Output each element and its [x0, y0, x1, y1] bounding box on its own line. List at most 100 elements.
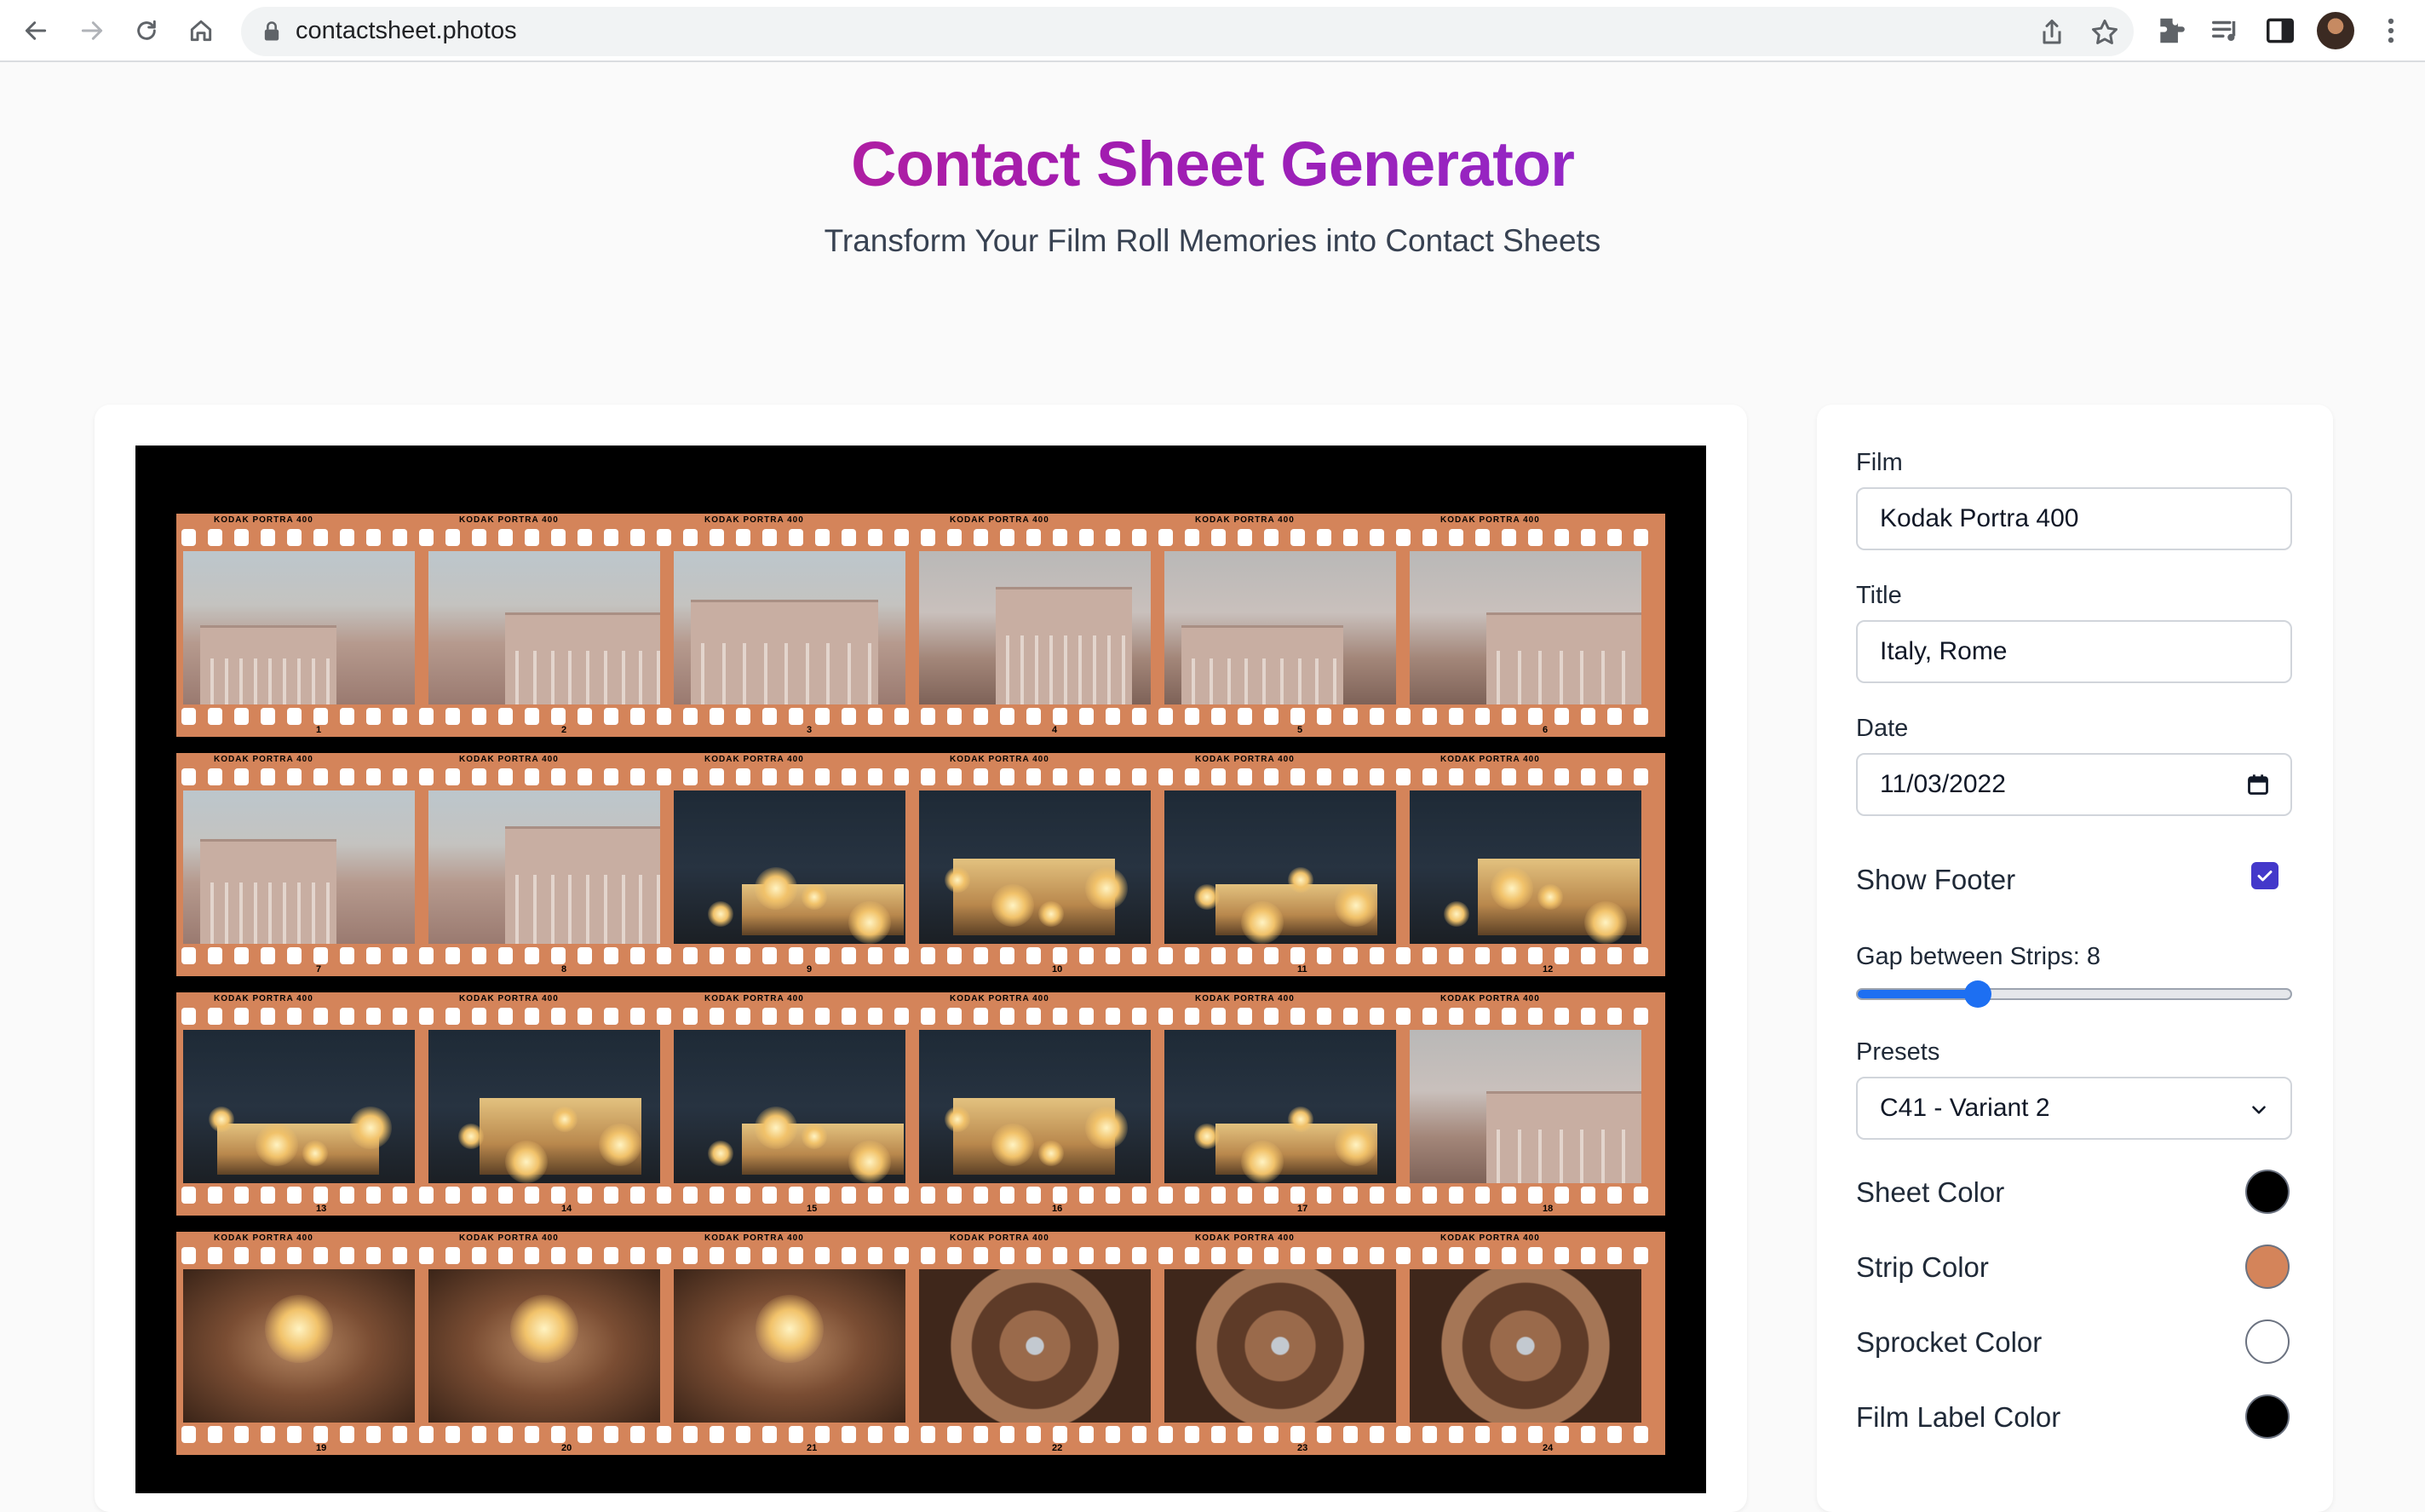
sprocket-hole — [1158, 947, 1173, 964]
show-footer-checkbox[interactable] — [2251, 862, 2278, 889]
sprocket-hole — [974, 768, 988, 785]
photo-light — [848, 1141, 891, 1183]
address-bar[interactable]: contactsheet.photos — [241, 7, 2134, 56]
photo-column — [568, 875, 572, 944]
film-label-color-label: Film Label Color — [1856, 1401, 2061, 1433]
sprocket-hole — [736, 947, 750, 964]
film-input[interactable]: Kodak Portra 400 — [1856, 487, 2292, 550]
profile-avatar[interactable] — [2317, 12, 2354, 49]
photo-building — [691, 600, 878, 704]
sprocket-hole — [1422, 768, 1437, 785]
sprocket-hole — [1449, 1247, 1463, 1264]
sprocket-hole — [234, 1247, 249, 1264]
reload-button[interactable] — [128, 12, 165, 49]
sprocket-hole — [1317, 1008, 1331, 1025]
photo-column — [868, 643, 871, 704]
sprocket-hole — [1290, 529, 1305, 546]
sprocket-hole — [419, 1247, 434, 1264]
frame-number: 11 — [1297, 964, 1307, 974]
sprocket-hole — [472, 708, 486, 725]
sprocket-hole — [1238, 708, 1252, 725]
photo-column — [210, 658, 214, 704]
frame-number: 1 — [316, 725, 322, 735]
share-icon[interactable] — [2037, 17, 2067, 48]
film-brand-label: KODAK PORTRA 400 — [1440, 515, 1540, 525]
photo-frame — [428, 551, 660, 704]
sprocket-hole — [366, 1426, 381, 1443]
sprocket-hole — [1158, 1426, 1173, 1443]
sprocket-hole — [947, 1247, 962, 1264]
photo-light — [802, 1124, 827, 1149]
sprocket-hole — [1528, 1187, 1543, 1204]
film-brand-label: KODAK PORTRA 400 — [214, 755, 313, 764]
sprocket-hole — [604, 1008, 618, 1025]
gap-slider-track[interactable] — [1856, 988, 2292, 1000]
sprocket-hole — [1132, 1426, 1146, 1443]
star-icon[interactable] — [2089, 17, 2120, 48]
photo-column — [297, 882, 301, 944]
sprocket-hole — [1264, 947, 1279, 964]
sprocket-hole — [1475, 768, 1490, 785]
film-label-color-swatch[interactable] — [2245, 1394, 2290, 1439]
puzzle-icon[interactable] — [2155, 14, 2187, 47]
sprocket-hole — [1079, 529, 1094, 546]
sprocket-hole — [1634, 1187, 1648, 1204]
sprocket-color-swatch[interactable] — [2245, 1319, 2290, 1364]
calendar-icon[interactable] — [2246, 773, 2270, 796]
photo-column — [1559, 1130, 1563, 1183]
title-input[interactable]: Italy, Rome — [1856, 620, 2292, 683]
sprocket-hole — [208, 529, 222, 546]
sprocket-hole — [736, 1426, 750, 1443]
film-brand-label: KODAK PORTRA 400 — [1195, 515, 1295, 525]
home-button[interactable] — [182, 12, 220, 49]
gap-slider-fill — [1858, 990, 1980, 998]
sprocket-hole — [657, 947, 671, 964]
photo-frame — [428, 790, 660, 944]
sprocket-hole — [1502, 768, 1516, 785]
back-button[interactable] — [17, 12, 55, 49]
sprocket-hole — [842, 708, 856, 725]
chevron-down-icon — [2252, 1106, 2266, 1114]
frame-number: 14 — [561, 1204, 572, 1214]
media-queue-icon[interactable] — [2210, 14, 2242, 47]
photo-column — [1517, 651, 1521, 704]
sprocket-hole — [393, 1426, 407, 1443]
sprocket-hole — [815, 947, 830, 964]
contact-sheet: KODAK PORTRA 400 KODAK PORTRA 400 KODAK PO… — [135, 446, 1706, 1493]
sprocket-hole — [683, 529, 698, 546]
sprocket-hole — [657, 529, 671, 546]
url-text[interactable]: contactsheet.photos — [296, 17, 517, 45]
sprocket-hole — [683, 1247, 698, 1264]
sprocket-hole — [1528, 1426, 1543, 1443]
forward-button[interactable] — [73, 12, 111, 49]
sprocket-hole — [234, 1426, 249, 1443]
sprocket-hole — [815, 768, 830, 785]
frame-number: 12 — [1543, 964, 1554, 974]
sheet-color-swatch[interactable] — [2245, 1170, 2290, 1214]
film-brand-label: KODAK PORTRA 400 — [704, 755, 804, 764]
kebab-menu-icon[interactable] — [2375, 14, 2407, 47]
film-brand-label: KODAK PORTRA 400 — [950, 994, 1049, 1003]
presets-select[interactable]: C41 - Variant 2 — [1856, 1077, 2292, 1140]
sprocket-hole — [762, 708, 777, 725]
frame-number: 24 — [1543, 1443, 1554, 1453]
sprocket-hole — [261, 1247, 275, 1264]
photo-frame — [919, 790, 1151, 944]
sprocket-hole — [868, 1247, 882, 1264]
sprocket-hole — [1238, 768, 1252, 785]
sprocket-hole — [1132, 1187, 1146, 1204]
date-input[interactable]: 11/03/2022 — [1856, 753, 2292, 816]
sprocket-hole — [287, 1008, 302, 1025]
photo-building — [996, 587, 1132, 704]
photo-frame — [674, 1269, 905, 1423]
sprocket-hole — [1634, 1426, 1648, 1443]
strip-color-swatch[interactable] — [2245, 1245, 2290, 1289]
side-panel-icon[interactable] — [2264, 14, 2296, 47]
sprocket-hole — [1422, 1187, 1437, 1204]
sprocket-hole — [1317, 1426, 1331, 1443]
sprocket-hole — [921, 1247, 935, 1264]
sprocket-hole — [393, 1008, 407, 1025]
sprocket-row — [176, 529, 1665, 548]
film-brand-label: KODAK PORTRA 400 — [214, 515, 313, 525]
sprocket-hole — [947, 947, 962, 964]
